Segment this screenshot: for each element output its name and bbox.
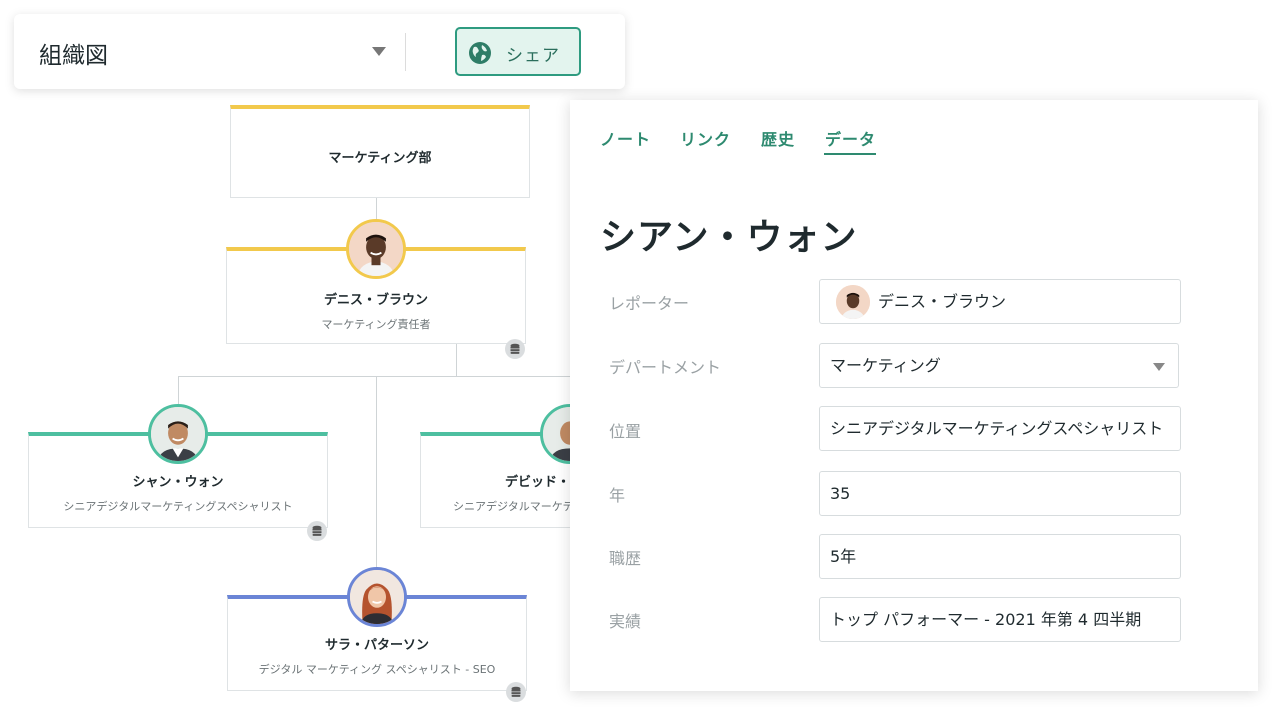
connector: [456, 343, 457, 376]
node-name: サラ・パターソン: [324, 638, 429, 653]
database-icon[interactable]: [506, 682, 526, 702]
connector: [178, 376, 570, 377]
node-name: デビッド・: [505, 475, 571, 490]
node-role: シニアデジタルマーケテ: [453, 500, 574, 513]
avatar: [148, 404, 208, 464]
chevron-down-icon: [1153, 363, 1165, 371]
field-label-position: 位置: [609, 422, 642, 441]
org-node-department[interactable]: マーケティング部: [230, 105, 530, 198]
age-value: 35: [830, 484, 851, 503]
chart-title: 組織図: [39, 43, 108, 69]
node-role: マーケティング責任者: [321, 318, 431, 331]
database-icon[interactable]: [505, 339, 525, 359]
age-input[interactable]: 35: [819, 471, 1181, 516]
achievement-input[interactable]: トップ パフォーマー - 2021 年第 4 四半期: [819, 597, 1181, 642]
share-button[interactable]: シェア: [455, 27, 581, 76]
avatar: [347, 567, 407, 627]
node-role: デジタル マーケティング スペシャリスト - SEO: [258, 663, 496, 676]
toolbar: 組織図 シェア: [14, 14, 625, 89]
field-label-reporter: レポーター: [609, 294, 690, 313]
globe-icon: [469, 42, 491, 64]
reporter-value: デニス・ブラウン: [878, 292, 1007, 311]
avatar: [346, 219, 406, 279]
database-icon[interactable]: [307, 521, 327, 541]
tab-data[interactable]: データ: [825, 126, 876, 150]
experience-value: 5年: [830, 547, 857, 566]
field-label-department: デパートメント: [609, 358, 722, 377]
connector: [376, 376, 377, 570]
department-value: マーケティング: [830, 356, 941, 375]
field-label-age: 年: [609, 486, 626, 505]
node-name: シャン・ウォン: [132, 475, 224, 490]
achievement-value: トップ パフォーマー - 2021 年第 4 四半期: [830, 610, 1142, 629]
position-input[interactable]: シニアデジタルマーケティングスペシャリスト: [819, 406, 1181, 451]
node-role: シニアデジタルマーケティングスペシャリスト: [63, 500, 293, 513]
department-select[interactable]: マーケティング: [819, 343, 1179, 388]
tab-links[interactable]: リンク: [680, 126, 731, 150]
person-name: シアン・ウォン: [600, 217, 858, 258]
tab-notes[interactable]: ノート: [600, 126, 651, 150]
reporter-field[interactable]: デニス・ブラウン: [819, 279, 1181, 324]
field-label-experience: 職歴: [609, 549, 642, 568]
experience-input[interactable]: 5年: [819, 534, 1181, 579]
node-name: マーケティング部: [328, 151, 432, 166]
node-name: デニス・ブラウン: [323, 293, 428, 308]
field-label-achievement: 実績: [609, 612, 642, 631]
divider: [405, 33, 406, 71]
active-tab-indicator: [824, 153, 876, 155]
connector: [178, 376, 179, 406]
detail-panel: ノート リンク 歴史 データ シアン・ウォン レポーター デニス・ブラウン デパ…: [570, 100, 1258, 691]
position-value: シニアデジタルマーケティングスペシャリスト: [830, 419, 1164, 438]
chevron-down-icon[interactable]: [372, 47, 386, 56]
tab-history[interactable]: 歴史: [761, 126, 795, 150]
share-label: シェア: [506, 46, 560, 66]
avatar: [836, 285, 870, 319]
